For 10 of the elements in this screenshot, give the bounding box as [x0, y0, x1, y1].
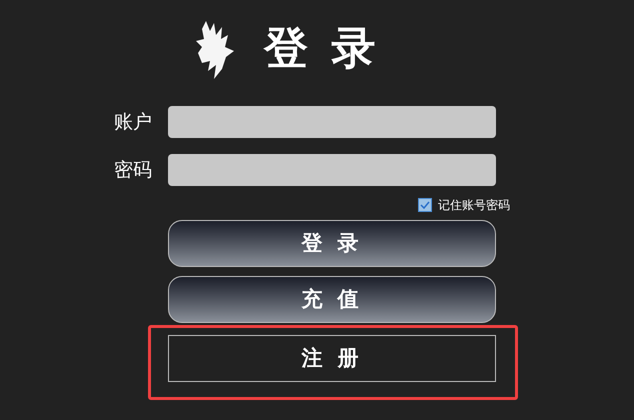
action-button[interactable]: 登 录	[168, 220, 496, 267]
action-button[interactable]: 注 册	[168, 335, 496, 382]
remember-label: 记住账号密码	[438, 197, 510, 214]
checkbox[interactable]	[418, 198, 432, 212]
field-label: 密码	[113, 158, 153, 183]
login-title: 登 录	[264, 27, 380, 71]
action-button[interactable]: 充 值	[168, 276, 496, 323]
input-field[interactable]	[168, 154, 496, 186]
input-field[interactable]	[168, 106, 496, 138]
field-label: 账户	[113, 110, 153, 135]
